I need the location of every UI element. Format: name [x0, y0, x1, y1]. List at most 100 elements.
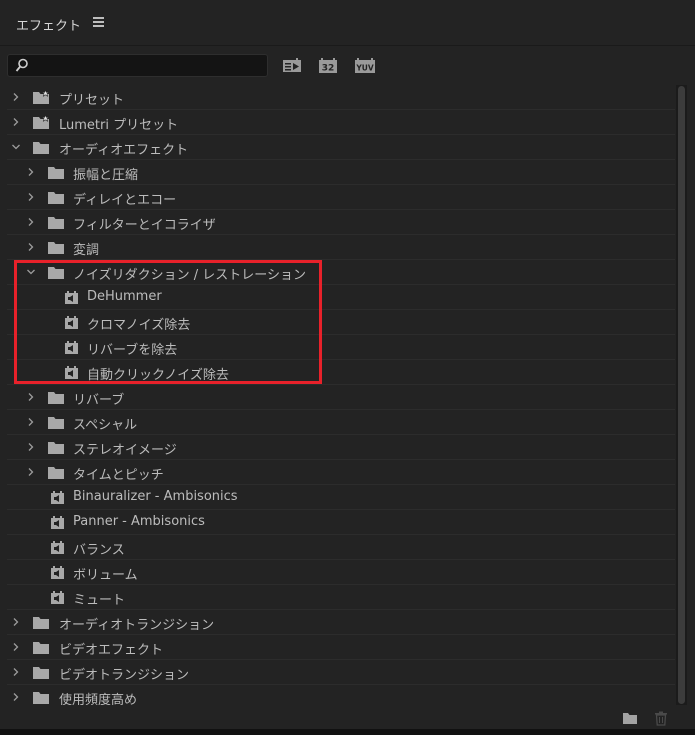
folder-item[interactable]: オーディオエフェクト	[7, 135, 675, 160]
audio-effect-icon	[51, 591, 64, 604]
chevron-right-icon[interactable]	[26, 217, 36, 227]
folder-icon	[48, 192, 64, 204]
tree-item-label: ボリューム	[73, 568, 138, 583]
effect-item[interactable]: リバーブを除去	[7, 335, 675, 360]
folder-icon	[33, 142, 49, 154]
folder-item[interactable]: スペシャル	[7, 410, 675, 435]
tree-item-label: Lumetri プリセット	[59, 118, 179, 133]
tree-item-label: ノイズリダクション / レストレーション	[73, 268, 306, 283]
effect-item[interactable]: Binauralizer - Ambisonics	[7, 485, 675, 510]
hamburger-menu-icon[interactable]	[93, 17, 104, 27]
new-folder-icon[interactable]	[622, 711, 638, 726]
folder-item[interactable]: 使用頻度高め	[7, 685, 675, 705]
svg-text:32: 32	[322, 64, 335, 74]
effect-item[interactable]: DeHummer	[7, 285, 675, 310]
chevron-right-icon[interactable]	[26, 242, 36, 252]
folder-icon	[48, 442, 64, 454]
chevron-right-icon[interactable]	[11, 92, 21, 102]
tree-item-label: リバーブ	[73, 393, 125, 408]
audio-effect-icon	[51, 566, 64, 579]
tree-item-label: ビデオトランジション	[59, 668, 190, 683]
folder-icon	[33, 667, 49, 679]
folder-item[interactable]: 変調	[7, 235, 675, 260]
chevron-right-icon[interactable]	[26, 192, 36, 202]
vertical-scrollbar[interactable]	[676, 85, 687, 705]
chevron-right-icon[interactable]	[26, 167, 36, 177]
folder-item[interactable]: タイムとピッチ	[7, 460, 675, 485]
folder-item[interactable]: 振幅と圧縮	[7, 160, 675, 185]
folder-item[interactable]: リバーブ	[7, 385, 675, 410]
audio-effect-icon	[65, 366, 78, 379]
tree-item-label: 使用頻度高め	[59, 693, 138, 705]
chevron-right-icon[interactable]	[11, 117, 21, 127]
effects-tree: プリセット Lumetri プリセット オーディオエフェクト振幅と圧縮ディレイとエコ…	[7, 85, 675, 705]
tree-item-label: ミュート	[73, 593, 126, 608]
folder-icon	[33, 642, 49, 654]
tree-item-label: ディレイとエコー	[73, 193, 177, 208]
effect-item[interactable]: Panner - Ambisonics	[7, 510, 675, 535]
folder-icon	[48, 242, 64, 254]
tree-item-label: クロマノイズ除去	[87, 318, 191, 333]
folder-icon	[33, 617, 49, 629]
scrollbar-thumb[interactable]	[678, 86, 685, 704]
audio-effect-icon	[65, 316, 78, 329]
tree-item-label: 振幅と圧縮	[73, 168, 139, 183]
tree-item-label: オーディオトランジション	[59, 618, 215, 633]
panel-title: エフェクト	[16, 19, 82, 34]
folder-item[interactable]: オーディオトランジション	[7, 610, 675, 635]
accelerated-effects-icon	[283, 58, 301, 72]
folder-item[interactable]: ステレオイメージ	[7, 435, 675, 460]
folder-item[interactable]: ディレイとエコー	[7, 185, 675, 210]
tree-item-label: フィルターとイコライザ	[73, 218, 216, 233]
folder-item[interactable]: フィルターとイコライザ	[7, 210, 675, 235]
trash-icon[interactable]	[653, 711, 669, 726]
effect-item[interactable]: ミュート	[7, 585, 675, 610]
chevron-down-icon[interactable]	[11, 142, 21, 152]
tree-item-label: リバーブを除去	[87, 343, 178, 358]
effect-item[interactable]: ボリューム	[7, 560, 675, 585]
folder-icon	[48, 167, 64, 179]
tree-item-label: DeHummer	[87, 289, 162, 304]
folder-icon	[48, 267, 64, 279]
effect-item[interactable]: バランス	[7, 535, 675, 560]
chevron-right-icon[interactable]	[26, 442, 36, 452]
chevron-right-icon[interactable]	[11, 617, 21, 627]
folder-icon	[48, 467, 64, 479]
chevron-right-icon[interactable]	[11, 667, 21, 677]
accelerated-effects-filter-button[interactable]	[282, 56, 302, 74]
folder-item[interactable]: プリセット	[7, 85, 675, 110]
32bit-filter-button[interactable]: 32	[318, 56, 338, 74]
tree-item-label: バランス	[73, 543, 125, 558]
chevron-right-icon[interactable]	[26, 417, 36, 427]
search-field[interactable]	[7, 54, 268, 77]
tree-item-label: Binauralizer - Ambisonics	[73, 489, 238, 504]
chevron-right-icon[interactable]	[11, 692, 21, 702]
folder-icon	[48, 217, 64, 229]
chevron-right-icon[interactable]	[11, 642, 21, 652]
tree-item-label: Panner - Ambisonics	[73, 514, 205, 529]
folder-item[interactable]: ビデオトランジション	[7, 660, 675, 685]
folder-item[interactable]: ビデオエフェクト	[7, 635, 675, 660]
search-input[interactable]	[34, 57, 264, 74]
svg-text:YUV: YUV	[355, 64, 374, 73]
chevron-down-icon[interactable]	[26, 267, 36, 277]
effects-panel: エフェクト 32 YUV プリセット Lumetri プリセット オーディオエフェク…	[0, 0, 695, 735]
tree-item-label: スペシャル	[73, 418, 138, 433]
32bit-icon: 32	[319, 58, 337, 74]
tree-item-label: タイムとピッチ	[73, 468, 164, 483]
chevron-right-icon[interactable]	[26, 392, 36, 402]
yuv-icon: YUV	[355, 58, 375, 73]
effect-item[interactable]: 自動クリックノイズ除去	[7, 360, 675, 385]
folder-item[interactable]: ノイズリダクション / レストレーション	[7, 260, 675, 285]
folder-item[interactable]: Lumetri プリセット	[7, 110, 675, 135]
tree-item-label: オーディオエフェクト	[59, 143, 189, 158]
folder-icon	[48, 417, 64, 429]
audio-effect-icon	[65, 341, 78, 354]
yuv-filter-button[interactable]: YUV	[354, 56, 375, 74]
effect-item[interactable]: クロマノイズ除去	[7, 310, 675, 335]
tree-item-label: プリセット	[59, 93, 125, 108]
tree-item-label: 自動クリックノイズ除去	[87, 368, 229, 383]
preset-folder-icon	[33, 90, 50, 104]
chevron-right-icon[interactable]	[26, 467, 36, 477]
audio-effect-icon	[65, 291, 78, 304]
